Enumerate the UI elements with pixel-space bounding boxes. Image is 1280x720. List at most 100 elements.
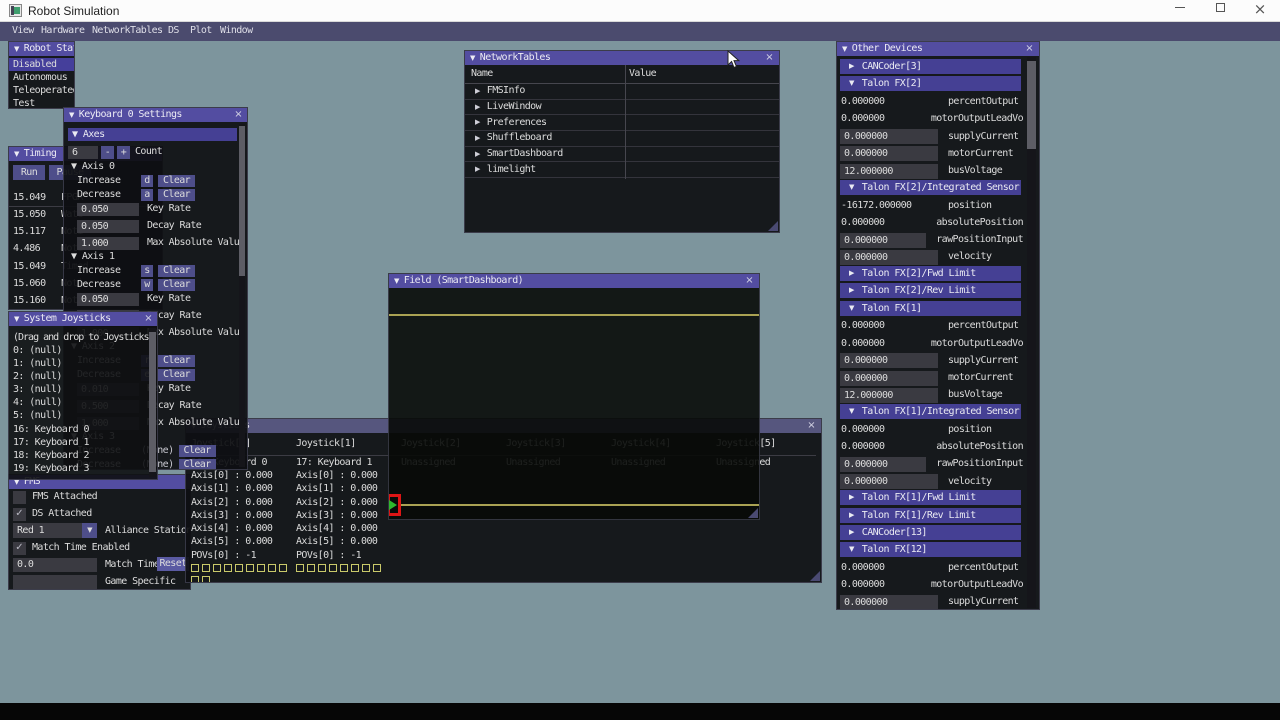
expand-icon[interactable]: ▶	[465, 150, 480, 158]
expand-icon[interactable]: ▶	[844, 490, 854, 505]
device-section-header[interactable]: ▶ Talon FX[1]/Fwd Limit	[840, 490, 1021, 506]
collapse-icon[interactable]: ▼	[14, 315, 19, 323]
scrollbar-thumb[interactable]	[149, 332, 156, 472]
axis-count-input[interactable]: 6	[68, 145, 98, 159]
binding-key-button[interactable]: a	[141, 188, 153, 201]
joystick-column-header[interactable]: Joystick[1]	[296, 439, 399, 452]
system-joystick-item[interactable]: 16: Keyboard 0	[9, 423, 157, 436]
alliance-station-select[interactable]: Red 1 ▼	[13, 523, 97, 538]
count-minus-button[interactable]: -	[101, 145, 114, 159]
axis-header[interactable]: ▼ Axis 0	[64, 162, 247, 174]
expand-icon[interactable]: ▶	[844, 59, 854, 74]
device-value-input[interactable]: 12.000000	[840, 387, 938, 403]
column-header-value[interactable]: Value	[629, 69, 657, 79]
binding-key-button[interactable]: s	[141, 264, 153, 277]
clear-button[interactable]: Clear	[158, 354, 196, 367]
system-joystick-item[interactable]: 3: (null)	[9, 383, 157, 396]
collapse-icon[interactable]: ▼	[844, 76, 854, 91]
device-section-header[interactable]: ▶ CANCoder[3]	[840, 59, 1021, 74]
clear-button[interactable]: Clear	[178, 458, 216, 469]
count-plus-button[interactable]: +	[117, 145, 130, 159]
collapse-icon[interactable]: ▼	[69, 111, 74, 119]
system-joystick-item[interactable]: 18: Keyboard 2	[9, 449, 157, 462]
scrollbar-thumb[interactable]	[1027, 61, 1036, 149]
robot-state-option-teleoperated[interactable]: Teleoperated	[9, 84, 74, 97]
close-icon[interactable]: ×	[765, 53, 773, 63]
collapse-icon[interactable]: ▼	[844, 180, 854, 195]
device-section-header[interactable]: ▼ Talon FX[1]/Integrated Sensor	[840, 404, 1021, 419]
robot-state-option-autonomous[interactable]: Autonomous	[9, 71, 74, 84]
collapse-icon[interactable]: ▼	[470, 54, 475, 62]
networktable-row-limelight[interactable]: ▶ limelight	[465, 163, 779, 179]
device-value-input[interactable]: 0.000000	[840, 370, 938, 386]
device-value-input[interactable]: 0.000000	[840, 474, 938, 490]
expand-icon[interactable]: ▶	[465, 166, 480, 173]
device-value-input[interactable]: 0.000000	[840, 249, 938, 265]
device-value-input[interactable]: 0.000000	[840, 146, 938, 162]
clear-button[interactable]: Clear	[158, 368, 196, 381]
axis-header[interactable]: ▼ Axis 1	[64, 252, 247, 264]
system-joystick-item[interactable]: 2: (null)	[9, 370, 157, 383]
rate-input[interactable]: 0.050	[77, 202, 139, 216]
robot-state-option-disabled[interactable]: Disabled	[9, 58, 74, 71]
clear-button[interactable]: Clear	[158, 278, 196, 291]
system-joystick-item[interactable]: 4: (null)	[9, 396, 157, 409]
axes-section-header[interactable]: ▼ Axes	[68, 128, 237, 141]
device-section-header[interactable]: ▶ Talon FX[2]/Rev Limit	[840, 283, 1021, 299]
rate-input[interactable]: 0.050	[77, 292, 139, 306]
expand-icon[interactable]: ▶	[465, 103, 480, 111]
expand-icon[interactable]: ▶	[844, 283, 854, 298]
device-value-input[interactable]: 12.000000	[840, 163, 938, 179]
expand-icon[interactable]: ▶	[844, 266, 854, 281]
column-header-name[interactable]: Name	[471, 69, 493, 79]
resize-grip[interactable]	[768, 221, 778, 231]
menu-item-window[interactable]: Window	[220, 25, 253, 36]
menu-item-ds[interactable]: DS	[168, 25, 179, 36]
match-time-input[interactable]: 0.0	[13, 557, 97, 572]
networktable-row-smartdashboard[interactable]: ▶ SmartDashboard	[465, 147, 779, 163]
collapse-icon[interactable]: ▼	[14, 45, 19, 53]
networktable-row-preferences[interactable]: ▶ Preferences	[465, 115, 779, 132]
robot-marker[interactable]	[389, 494, 401, 516]
system-joystick-item[interactable]: 0: (null)	[9, 344, 157, 357]
match-time-enabled-checkbox[interactable]: ✓	[13, 541, 26, 555]
fms-attached-checkbox[interactable]	[13, 490, 26, 504]
menu-item-view[interactable]: View	[12, 25, 34, 36]
device-value-input[interactable]: 0.000000	[840, 456, 927, 472]
device-section-header[interactable]: ▶ Talon FX[2]/Fwd Limit	[840, 266, 1021, 281]
device-section-header[interactable]: ▼ Talon FX[12]	[840, 542, 1021, 557]
close-icon[interactable]: ×	[1025, 44, 1033, 54]
expand-icon[interactable]: ▶	[465, 87, 480, 95]
robot-state-titlebar[interactable]: ▼ Robot State	[9, 42, 74, 56]
field-canvas[interactable]	[389, 288, 759, 519]
clear-button[interactable]: Clear	[158, 188, 196, 201]
system-joystick-item[interactable]: 5: (null)	[9, 409, 157, 422]
collapse-icon[interactable]: ▼	[844, 542, 854, 557]
game-specific-input[interactable]	[13, 574, 97, 589]
device-value-input[interactable]: 0.000000	[840, 232, 927, 248]
collapse-icon[interactable]: ▼	[842, 45, 847, 53]
close-button[interactable]: ×	[1240, 0, 1280, 22]
scrollbar-thumb[interactable]	[239, 126, 245, 276]
device-value-input[interactable]: 0.000000	[840, 594, 938, 609]
system-joysticks-titlebar[interactable]: ▼ System Joysticks ×	[9, 312, 157, 326]
rate-input[interactable]: 0.050	[77, 219, 139, 233]
device-section-header[interactable]: ▼ Talon FX[2]	[840, 76, 1021, 92]
clear-button[interactable]: Clear	[158, 174, 196, 187]
system-joystick-item[interactable]: 17: Keyboard 1	[9, 436, 157, 449]
expand-icon[interactable]: ▶	[844, 525, 854, 540]
ds-attached-checkbox[interactable]: ✓	[13, 507, 26, 521]
binding-key-button[interactable]: d	[141, 174, 153, 187]
menu-item-hardware[interactable]: Hardware	[41, 25, 85, 36]
expand-icon[interactable]: ▶	[465, 119, 480, 126]
expand-icon[interactable]: ▶	[844, 508, 854, 523]
close-icon[interactable]: ×	[234, 110, 242, 120]
clear-button[interactable]: Clear	[178, 444, 216, 457]
keyboard-settings-titlebar[interactable]: ▼ Keyboard 0 Settings ×	[64, 108, 247, 122]
device-value-input[interactable]: 0.000000	[840, 129, 938, 145]
device-section-header[interactable]: ▶ CANCoder[13]	[840, 524, 1021, 540]
system-joystick-item[interactable]: 1: (null)	[9, 357, 157, 370]
maximize-button[interactable]	[1200, 0, 1240, 22]
minimize-button[interactable]	[1160, 0, 1200, 22]
device-value-input[interactable]: 0.000000	[840, 353, 938, 369]
